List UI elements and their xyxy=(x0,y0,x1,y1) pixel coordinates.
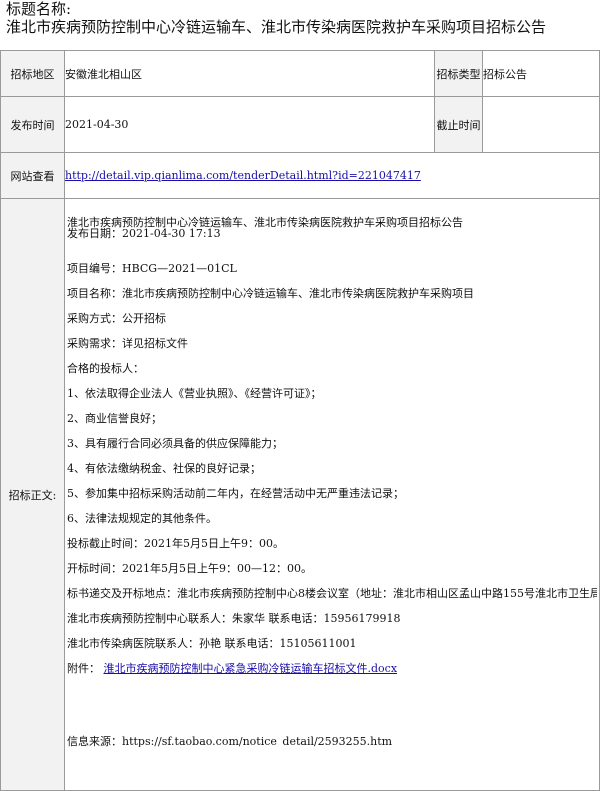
deadline-label: 截止时间 xyxy=(434,96,483,153)
procurement-method: 采购方式：公开招标 xyxy=(67,312,166,325)
contact-hospital: 淮北市传染病医院联系人：孙艳 联系电话：15105611001 xyxy=(67,637,357,650)
requirement-1: 1、依法取得企业法人《营业执照》、《经营许可证》； xyxy=(67,387,322,400)
notice-table: 招标地区 安徽淮北相山区 招标类型 招标公告 发布时间 2021-04-30 截… xyxy=(0,50,600,791)
body-date: 发布日期：2021-04-30 17:13 xyxy=(67,227,221,240)
attachment-link[interactable]: 淮北市疾病预防控制中心紧急采购冷链运输车招标文件.docx xyxy=(104,662,398,675)
opening-time: 开标时间：2021年5月5日上午9：00—12：00。 xyxy=(67,562,312,575)
title-header: 标题名称: 淮北市疾病预防控制中心冷链运输车、淮北市传染病医院救护车采购项目招标… xyxy=(6,0,600,36)
submission-location: 标书递交及开标地点：淮北市疾病预防控制中心8楼会议室（地址：淮北市相山区孟山中路… xyxy=(67,587,597,600)
title-label: 标题名称: xyxy=(6,0,72,18)
requirement-6: 6、法律法规规定的其他条件。 xyxy=(67,512,217,525)
body-row: 招标正文: 淮北市疾病预防控制中心冷链运输车、淮北市传染病医院救护车采购项目招标… xyxy=(0,198,600,791)
requirement-3: 3、具有履行合同必须具备的供应保障能力； xyxy=(67,437,283,450)
notice-title: 淮北市疾病预防控制中心冷链运输车、淮北市传染病医院救护车采购项目招标公告 xyxy=(6,18,547,36)
publish-row: 发布时间 2021-04-30 截止时间 xyxy=(0,96,600,153)
attachment-label: 附件： xyxy=(67,662,100,675)
region-row: 招标地区 安徽淮北相山区 招标类型 招标公告 xyxy=(0,50,600,97)
requirement-4: 4、有依法缴纳税金、社保的良好记录； xyxy=(67,462,261,475)
body-label: 招标正文: xyxy=(0,198,65,791)
detail-link[interactable]: http://detail.vip.qianlima.com/tenderDet… xyxy=(65,169,421,182)
publish-label: 发布时间 xyxy=(0,96,65,153)
site-row: 网站查看 http://detail.vip.qianlima.com/tend… xyxy=(0,152,600,199)
type-value: 招标公告 xyxy=(482,50,600,97)
project-name: 项目名称：淮北市疾病预防控制中心冷链运输车、淮北市传染病医院救护车采购项目 xyxy=(67,287,474,300)
project-no: 项目编号：HBCG—2021—01CL xyxy=(67,262,237,275)
publish-value: 2021-04-30 xyxy=(64,96,435,153)
procurement-demand: 采购需求：详见招标文件 xyxy=(67,337,188,350)
deadline-value xyxy=(482,96,600,153)
notice-body: 淮北市疾病预防控制中心冷链运输车、淮北市传染病医院救护车采购项目招标公告 发布日… xyxy=(67,199,597,747)
attachment-row: 附件： 淮北市疾病预防控制中心紧急采购冷链运输车招标文件.docx xyxy=(67,663,597,674)
bid-deadline: 投标截止时间：2021年5月5日上午9：00。 xyxy=(67,537,284,550)
info-source: 信息来源：https://sf.taobao.com/notice_detail… xyxy=(67,735,393,747)
region-label: 招标地区 xyxy=(0,50,65,97)
region-value: 安徽淮北相山区 xyxy=(64,50,435,97)
site-label: 网站查看 xyxy=(0,152,65,199)
requirement-5: 5、参加集中招标采购活动前二年内，在经营活动中无严重违法记录； xyxy=(67,487,404,500)
type-label: 招标类型 xyxy=(434,50,483,97)
qualified-bidders: 合格的投标人： xyxy=(67,362,144,375)
contact-cdc: 淮北市疾病预防控制中心联系人：朱家华 联系电话：15956179918 xyxy=(67,612,401,625)
requirement-2: 2、商业信誉良好； xyxy=(67,412,162,425)
